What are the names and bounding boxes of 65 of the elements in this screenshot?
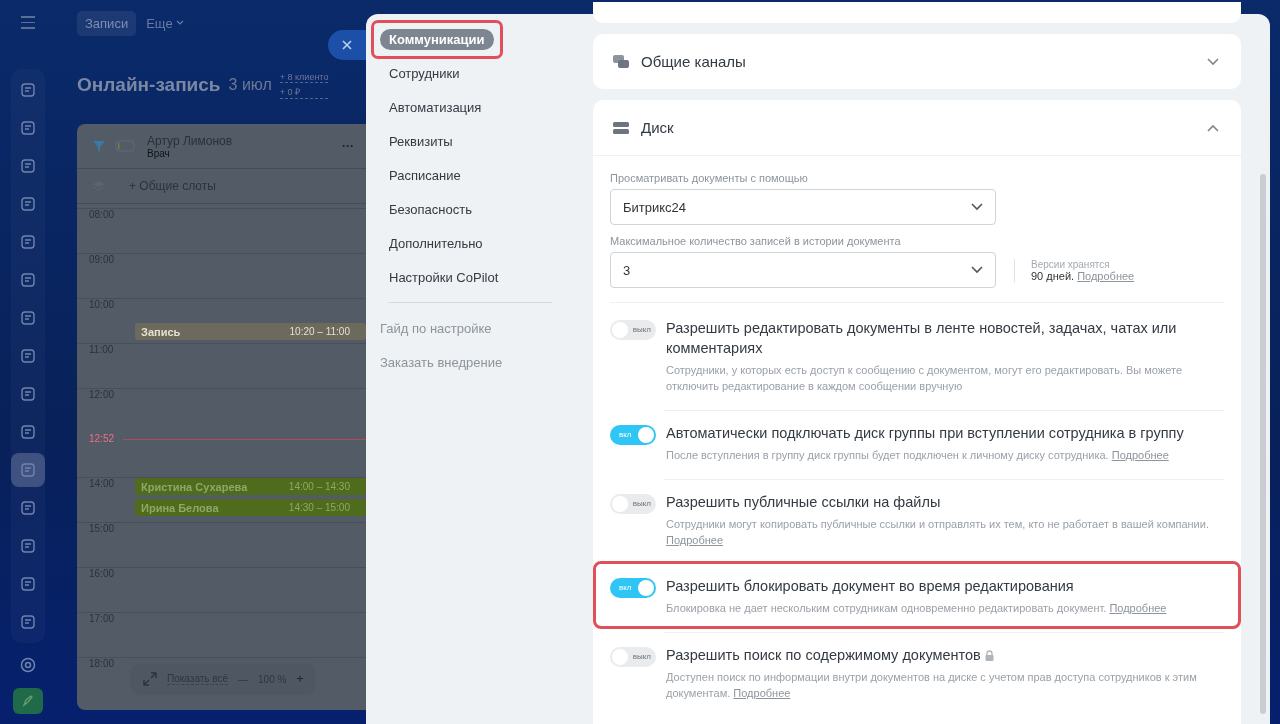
toggle-switch[interactable]: выкл [610,647,656,667]
zoom-in-button[interactable]: + [296,672,304,686]
field-label: Максимальное количество записей в истории документа [610,235,902,247]
toggle-switch[interactable]: выкл [610,320,656,340]
setting-title: Разрешить блокировать документ во время редактирования [666,577,1074,596]
time-label: 12:52 [88,433,116,446]
settings-nav-item[interactable]: Расписание [380,164,470,186]
toggle-switch[interactable]: вкл [610,578,656,598]
more-link[interactable]: Подробнее [1077,269,1135,282]
rocket-button[interactable] [13,688,43,714]
appointment-block[interactable]: Кристина Сухарева 14:00 – 14:30 [135,478,366,495]
chevron-up-icon [1207,123,1219,132]
chevron-down-icon [1207,57,1219,66]
select-field[interactable]: 3 [610,252,996,288]
setting-title: Разрешить публичные ссылки на файлы [666,493,941,512]
settings-nav-item[interactable]: Коммуникации [380,28,494,50]
appointment-block[interactable]: Запись 10:20 – 11:00 [135,323,366,340]
setting-description: Доступен поиск по информации внутри документов на диске с учетом прав доступа сотрудников к этим документам. Подробнее [666,670,1198,701]
chevron-down-icon [175,20,184,26]
note-value: 90 дней. [1031,269,1075,282]
more-button[interactable]: ··· [342,139,354,153]
stat-link[interactable]: + 8 клиенто [279,71,329,83]
more-menu[interactable]: Еще [146,15,184,31]
setting-title: Разрешить редактировать документы в ленте новостей, задачах, чатах или комментариях [666,319,1178,358]
setting-description: После вступления в группу диск группы будет подключен к личному диску сотрудника. Подробнее [666,448,1170,463]
toggle-switch[interactable]: вкл [610,425,656,445]
settings-nav-link[interactable]: Гайд по настройке [371,317,501,339]
page-title: Онлайн-запись [77,74,221,96]
close-icon [342,40,352,50]
settings-nav-item[interactable]: Автоматизация [380,96,491,118]
field-label: Просматривать документы с помощью [610,172,809,184]
chevron-down-icon [971,203,983,211]
settings-nav-item[interactable]: Настройки CoPilot [380,266,508,288]
zoom-out-button[interactable]: — [238,673,249,685]
resource-role: Врач [147,147,170,159]
section-header[interactable]: Диск [593,100,1241,156]
setting-description: Сотрудники, у которых есть доступ к сообщению с документом, могут его редактировать. Вы можете отключить редактирование в каждом сообщении вручную [666,363,1183,394]
more-link[interactable]: Подробнее [666,534,724,546]
nav-tab[interactable]: Записи [77,10,137,36]
more-link[interactable]: Подробнее [733,687,791,699]
settings-nav-item[interactable]: Безопасность [380,198,481,220]
expand-icon[interactable] [143,672,157,686]
filter-icon[interactable] [93,140,105,152]
setting-description: Сотрудники могут копировать публичные ссылки и отправлять их тем, кто не работает в вашей компании. Подробнее [666,517,1210,548]
section-header[interactable]: Общие каналы [593,34,1241,89]
toggle-switch[interactable]: выкл [610,494,656,514]
stat-link[interactable]: + 0 ₽ [279,84,329,99]
settings-nav-link[interactable]: Заказать внедрение [371,351,512,373]
settings-nav-item[interactable]: Дополнительно [380,232,492,254]
appointment-block[interactable]: Ирина Белова 14:30 – 15:00 [135,499,366,516]
date-label: 3 июл [228,76,272,94]
more-link[interactable]: Подробнее [1111,449,1169,461]
settings-nav-item[interactable]: Сотрудники [380,62,469,84]
chevron-down-icon [971,266,983,274]
setting-title: Автоматически подключать диск группы при вступлении сотрудника в группу [666,424,1184,443]
avatar-icon [115,140,137,152]
close-button[interactable] [328,30,366,60]
setting-description: Блокировка не дает нескольким сотрудникам одновременно редактировать документ. Подробнее [666,601,1168,616]
setting-title: Разрешить поиск по содержимому документов [666,646,981,665]
note-label: Версии хранятся [1031,258,1111,270]
more-link[interactable]: Подробнее [1109,602,1167,614]
select-field[interactable]: Битрикс24 [610,189,996,225]
settings-nav-item[interactable]: Реквизиты [380,130,462,152]
scrollbar-thumb[interactable] [1260,174,1266,714]
drive-icon [613,121,629,134]
